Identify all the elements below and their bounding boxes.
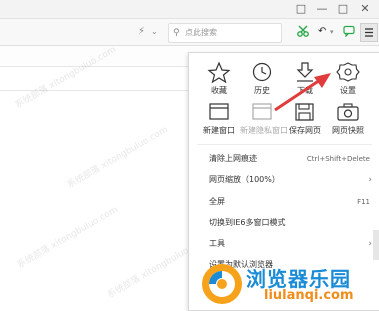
logo-url: liulanqi.com (264, 288, 354, 303)
site-logo: 浏览器乐园 liulanqi.com (200, 261, 376, 307)
logo-icon (202, 264, 242, 304)
